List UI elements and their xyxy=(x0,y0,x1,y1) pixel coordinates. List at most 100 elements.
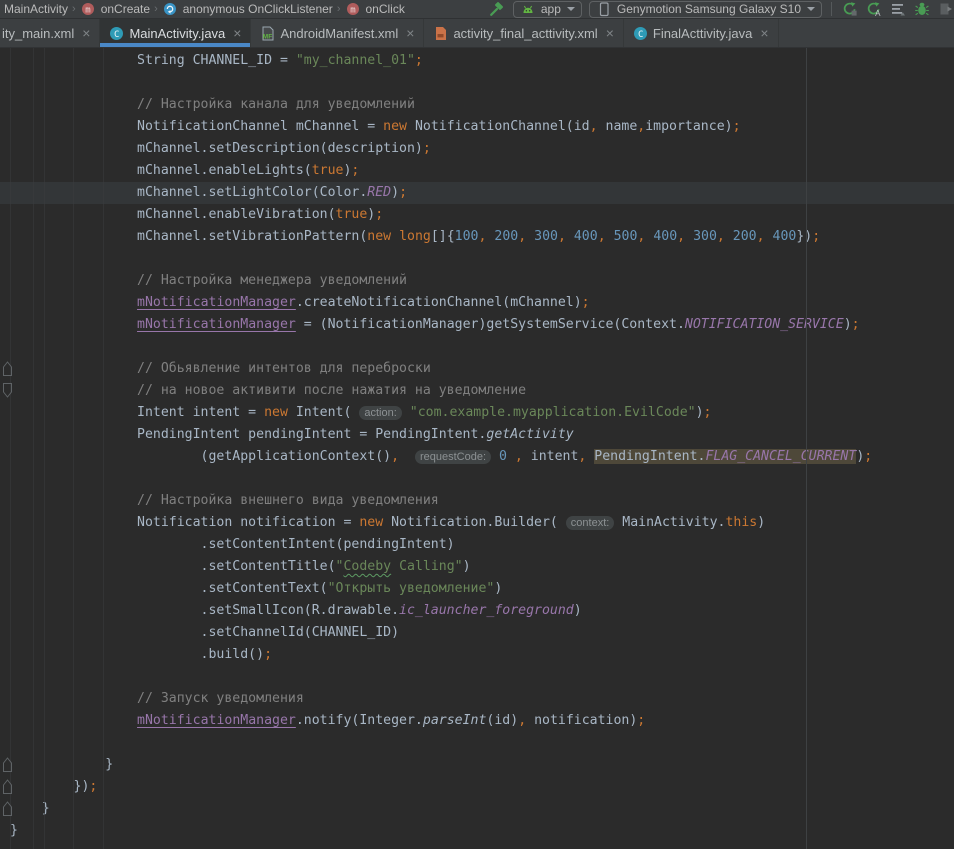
ide-window: MainActivity›monCreate›anonymous OnClick… xyxy=(0,0,954,849)
code-line[interactable]: mNotificationManager.createNotificationC… xyxy=(0,292,954,314)
fold-marker-up-icon[interactable] xyxy=(2,800,13,817)
code-line[interactable]: .build(); xyxy=(0,644,954,666)
code-line[interactable] xyxy=(0,336,954,358)
parameter-hint: action: xyxy=(359,406,401,420)
close-icon[interactable]: × xyxy=(606,26,614,40)
build-button[interactable] xyxy=(489,1,506,18)
code-area[interactable]: String CHANNEL_ID = "my_channel_01"; // … xyxy=(0,50,954,842)
breadcrumb-item[interactable]: m onClick xyxy=(344,1,404,18)
profiler-button[interactable] xyxy=(889,1,906,18)
code-line[interactable]: .setContentTitle("Codeby Calling") xyxy=(0,556,954,578)
fold-marker-up-icon[interactable] xyxy=(2,756,13,773)
code-line[interactable]: mChannel.enableVibration(true); xyxy=(0,204,954,226)
indent-guide xyxy=(73,48,74,849)
code-line[interactable]: .setContentText("Открыть уведомление") xyxy=(0,578,954,600)
tab-label: activity_final_acttivity.xml xyxy=(453,26,597,41)
code-line[interactable]: .setContentIntent(pendingIntent) xyxy=(0,534,954,556)
svg-text:C: C xyxy=(114,30,119,40)
phone-icon xyxy=(596,1,613,18)
breadcrumb-label: onClick xyxy=(365,2,404,16)
close-icon[interactable]: × xyxy=(760,26,768,40)
module-selector[interactable]: app xyxy=(513,1,582,18)
code-line[interactable]: mChannel.enableLights(true); xyxy=(0,160,954,182)
main-toolbar: MainActivity›monCreate›anonymous OnClick… xyxy=(0,0,954,19)
code-line[interactable]: .setSmallIcon(R.drawable.ic_launcher_for… xyxy=(0,600,954,622)
chevron-down-icon xyxy=(807,7,815,11)
code-line[interactable]: // Настройка канала для уведомлений xyxy=(0,94,954,116)
toolbar-separator xyxy=(831,2,832,16)
code-line[interactable]: mNotificationManager = (NotificationMana… xyxy=(0,314,954,336)
code-line[interactable]: // Запуск уведомления xyxy=(0,688,954,710)
device-selector[interactable]: Genymotion Samsung Galaxy S10 xyxy=(589,1,822,18)
code-line[interactable]: } xyxy=(0,798,954,820)
close-icon[interactable]: × xyxy=(82,26,90,40)
module-selector-label: app xyxy=(541,2,561,16)
code-line[interactable]: } xyxy=(0,754,954,776)
code-line[interactable] xyxy=(0,468,954,490)
breadcrumb-label: anonymous OnClickListener xyxy=(183,2,333,16)
code-line[interactable]: }); xyxy=(0,776,954,798)
code-line[interactable]: Intent intent = new Intent( action: "com… xyxy=(0,402,954,424)
code-line[interactable]: Notification notification = new Notifica… xyxy=(0,512,954,534)
code-line[interactable] xyxy=(0,732,954,754)
code-line[interactable] xyxy=(0,248,954,270)
code-line[interactable]: mChannel.setDescription(description); xyxy=(0,138,954,160)
android-icon xyxy=(520,1,537,18)
xml-orange-icon xyxy=(433,26,448,41)
stop-button[interactable] xyxy=(937,1,954,18)
svg-text:MF: MF xyxy=(263,33,272,40)
code-line[interactable] xyxy=(0,72,954,94)
code-line[interactable] xyxy=(0,666,954,688)
breadcrumb-item[interactable]: MainActivity xyxy=(4,2,68,16)
code-line[interactable]: // Настройка внешнего вида уведомления xyxy=(0,490,954,512)
tab-androidmanifest-xml[interactable]: MFAndroidManifest.xml× xyxy=(251,19,424,47)
fold-marker-up-icon[interactable] xyxy=(2,778,13,795)
code-line[interactable]: PendingIntent pendingIntent = PendingInt… xyxy=(0,424,954,446)
toolbar-run-area: app Genymotion Samsung Galaxy S10 A xyxy=(489,1,954,18)
breadcrumb-label: onCreate xyxy=(101,2,150,16)
rerun-button[interactable] xyxy=(841,1,858,18)
manifest-icon: MF xyxy=(260,26,275,41)
code-line[interactable]: mNotificationManager.notify(Integer.pars… xyxy=(0,710,954,732)
editor-tab-bar: ity_main.xml×CMainActivity.java×MFAndroi… xyxy=(0,19,954,48)
debug-button[interactable] xyxy=(913,1,930,18)
breadcrumb: MainActivity›monCreate›anonymous OnClick… xyxy=(0,1,405,18)
code-editor[interactable]: String CHANNEL_ID = "my_channel_01"; // … xyxy=(0,48,954,849)
code-line[interactable]: .setChannelId(CHANNEL_ID) xyxy=(0,622,954,644)
fold-marker-up-icon[interactable] xyxy=(2,360,13,377)
tab-ity-main-xml[interactable]: ity_main.xml× xyxy=(0,19,100,47)
method-icon: m xyxy=(344,1,361,18)
indent-guide xyxy=(103,48,104,849)
tab-mainactivity-java[interactable]: CMainActivity.java× xyxy=(100,19,251,47)
tab-label: FinalActtivity.java xyxy=(653,26,752,41)
tab-activity-final-acttivity-xml[interactable]: activity_final_acttivity.xml × xyxy=(424,19,623,47)
java-class-icon: C xyxy=(633,26,648,41)
svg-text:C: C xyxy=(638,30,643,40)
code-line[interactable]: mChannel.setLightColor(Color.RED); xyxy=(0,182,954,204)
anonymous-class-icon xyxy=(162,1,179,18)
code-line[interactable]: // на новое активити после нажатия на ув… xyxy=(0,380,954,402)
code-line[interactable]: } xyxy=(0,820,954,842)
indent-guide xyxy=(10,48,11,849)
svg-text:A: A xyxy=(875,9,881,17)
fold-marker-down-icon[interactable] xyxy=(2,382,13,399)
close-icon[interactable]: × xyxy=(406,26,414,40)
tab-finalacttivity-java[interactable]: C FinalActtivity.java × xyxy=(624,19,779,47)
apply-code-changes-button[interactable]: A xyxy=(865,1,882,18)
breadcrumb-item[interactable]: anonymous OnClickListener xyxy=(162,1,333,18)
breadcrumb-label: MainActivity xyxy=(4,2,68,16)
java-class-icon: C xyxy=(109,26,124,41)
code-line[interactable]: mChannel.setVibrationPattern(new long[]{… xyxy=(0,226,954,248)
code-line[interactable]: String CHANNEL_ID = "my_channel_01"; xyxy=(0,50,954,72)
svg-text:m: m xyxy=(350,6,355,16)
close-icon[interactable]: × xyxy=(233,26,241,40)
parameter-hint: requestCode: xyxy=(415,450,491,464)
device-selector-label: Genymotion Samsung Galaxy S10 xyxy=(617,2,801,16)
code-line[interactable]: // Обьявление интентов для переброски xyxy=(0,358,954,380)
code-line[interactable]: (getApplicationContext(), requestCode: 0… xyxy=(0,446,954,468)
svg-text:m: m xyxy=(85,6,90,16)
method-icon: m xyxy=(80,1,97,18)
breadcrumb-item[interactable]: m onCreate xyxy=(80,1,150,18)
code-line[interactable]: NotificationChannel mChannel = new Notif… xyxy=(0,116,954,138)
code-line[interactable]: // Настройка менеджера уведомлений xyxy=(0,270,954,292)
